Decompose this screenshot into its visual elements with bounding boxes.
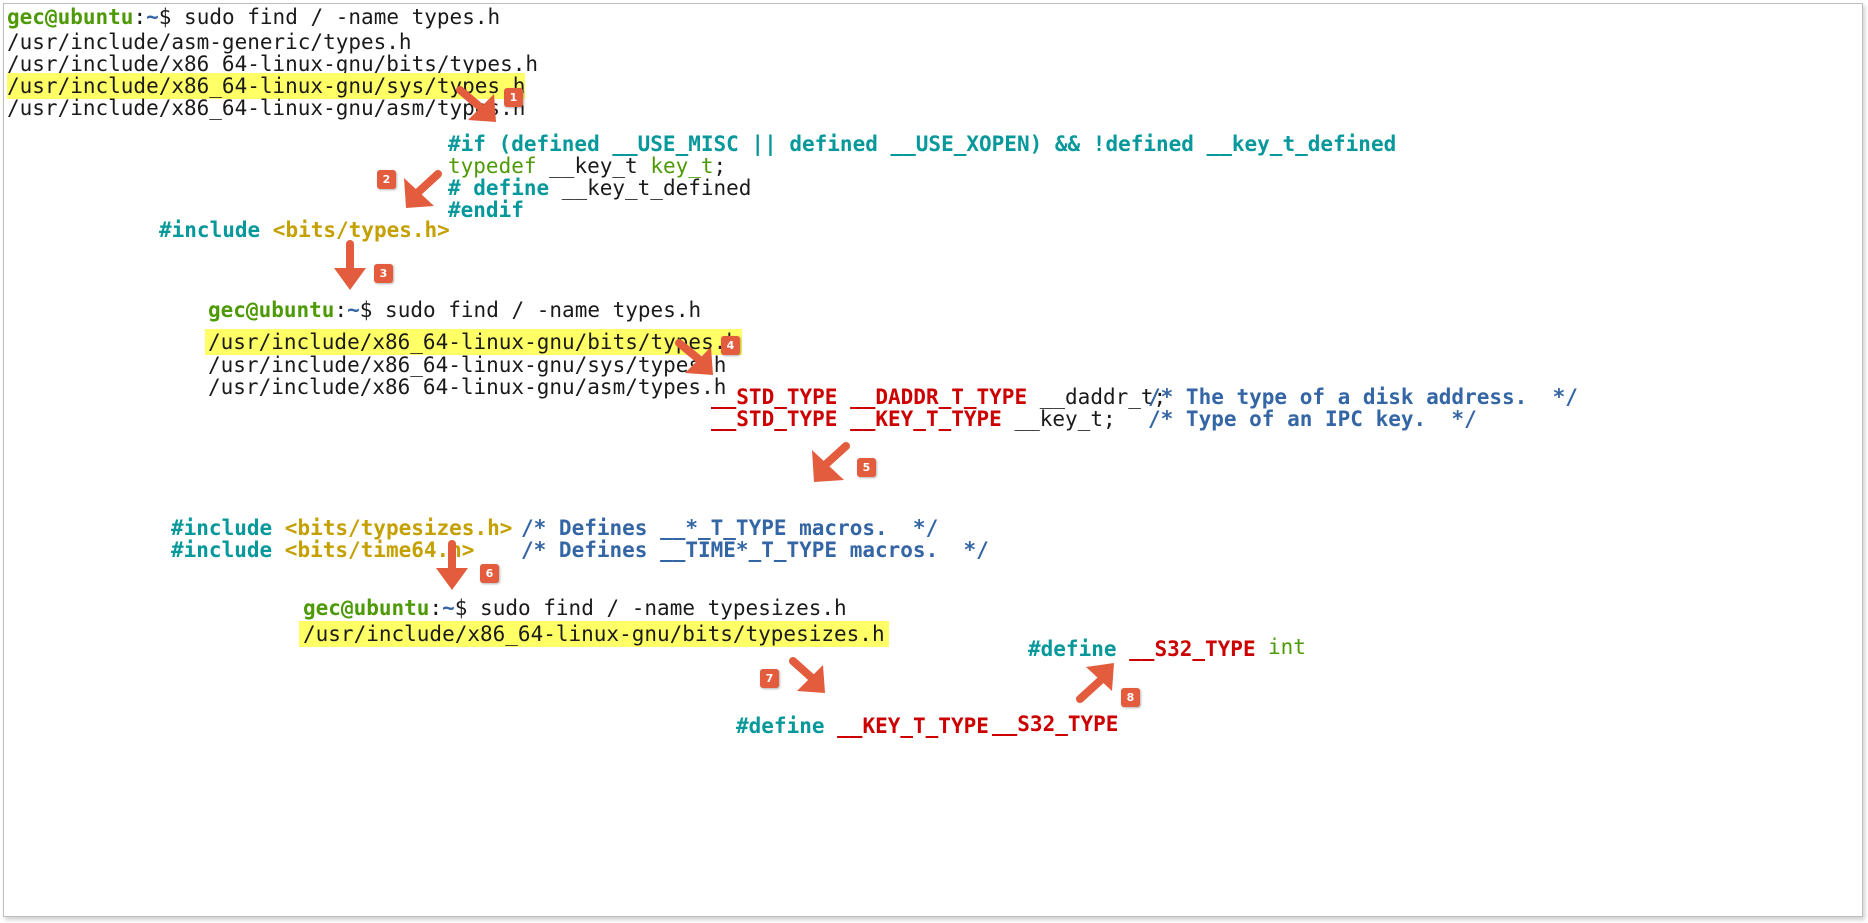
- prompt-separator: :: [334, 298, 348, 322]
- code-identifier: __key_t;: [1001, 407, 1116, 431]
- code-endif-line: #endif: [448, 198, 524, 222]
- code-macro: __S32_TYPE: [1129, 637, 1256, 661]
- arrow-down-icon: [334, 240, 366, 290]
- prompt-line-2: gec@ubuntu:~$ sudo find / -name types.h: [208, 297, 701, 323]
- prompt-line-1: gec@ubuntu:~$ sudo find / -name types.h: [7, 4, 500, 30]
- command-text: sudo find / -name types.h: [184, 5, 501, 29]
- step-badge: 5: [857, 458, 876, 477]
- find-result: /usr/include/x86_64-linux-gnu/asm/types.…: [7, 96, 526, 120]
- arrow-down-icon: [436, 540, 468, 590]
- code-macro: __KEY_T_TYPE: [837, 714, 989, 738]
- prompt-user: gec@ubuntu: [208, 298, 335, 322]
- code-comment: /* Defines __TIME*_T_TYPE macros. */: [521, 538, 989, 562]
- code-macro: __KEY_T_TYPE: [850, 407, 1002, 431]
- find-result: /usr/include/x86 64-linux-gnu/asm/types.…: [208, 375, 727, 399]
- prompt-user: gec@ubuntu: [7, 5, 134, 29]
- prompt-dollar: $: [158, 5, 185, 29]
- code-keyword: #include: [159, 218, 273, 242]
- prompt-path: ~: [146, 5, 159, 29]
- arrow-up-right-icon: [1076, 663, 1114, 703]
- command-text: sudo find / -name typesizes.h: [480, 596, 847, 620]
- step-badge: 4: [721, 336, 740, 355]
- code-define-key: #define __KEY_T_TYPE: [736, 713, 989, 739]
- code-std-type-line: __STD_TYPE __KEY_T_TYPE __key_t;: [711, 406, 1116, 432]
- code-identifier: __key_t_defined: [549, 176, 752, 200]
- arrow-down-left-icon: [404, 170, 442, 208]
- step-badge: 7: [760, 669, 779, 688]
- prompt-user: gec@ubuntu: [303, 596, 430, 620]
- code-keyword: #include: [171, 538, 285, 562]
- prompt-dollar: $: [359, 298, 386, 322]
- code-define-s32: #define __S32_TYPE: [1028, 636, 1256, 662]
- arrow-down-right-icon: [789, 657, 825, 693]
- find-result-highlighted: /usr/include/x86_64-linux-gnu/bits/types…: [299, 621, 889, 647]
- code-keyword: #define: [736, 714, 838, 738]
- step-badge: 3: [374, 264, 393, 283]
- step-badge: 8: [1121, 688, 1140, 707]
- prompt-path: ~: [347, 298, 360, 322]
- prompt-separator: :: [133, 5, 147, 29]
- code-comment: /* Type of an IPC key. */: [1148, 407, 1477, 431]
- step-badge: 6: [480, 564, 499, 583]
- step-badge: 2: [377, 170, 396, 189]
- step-badge: 1: [504, 88, 523, 107]
- code-macro: __STD_TYPE: [711, 407, 838, 431]
- code-type-int: int: [1268, 635, 1306, 659]
- command-text: sudo find / -name types.h: [385, 298, 702, 322]
- prompt-line-3: gec@ubuntu:~$ sudo find / -name typesize…: [303, 595, 847, 621]
